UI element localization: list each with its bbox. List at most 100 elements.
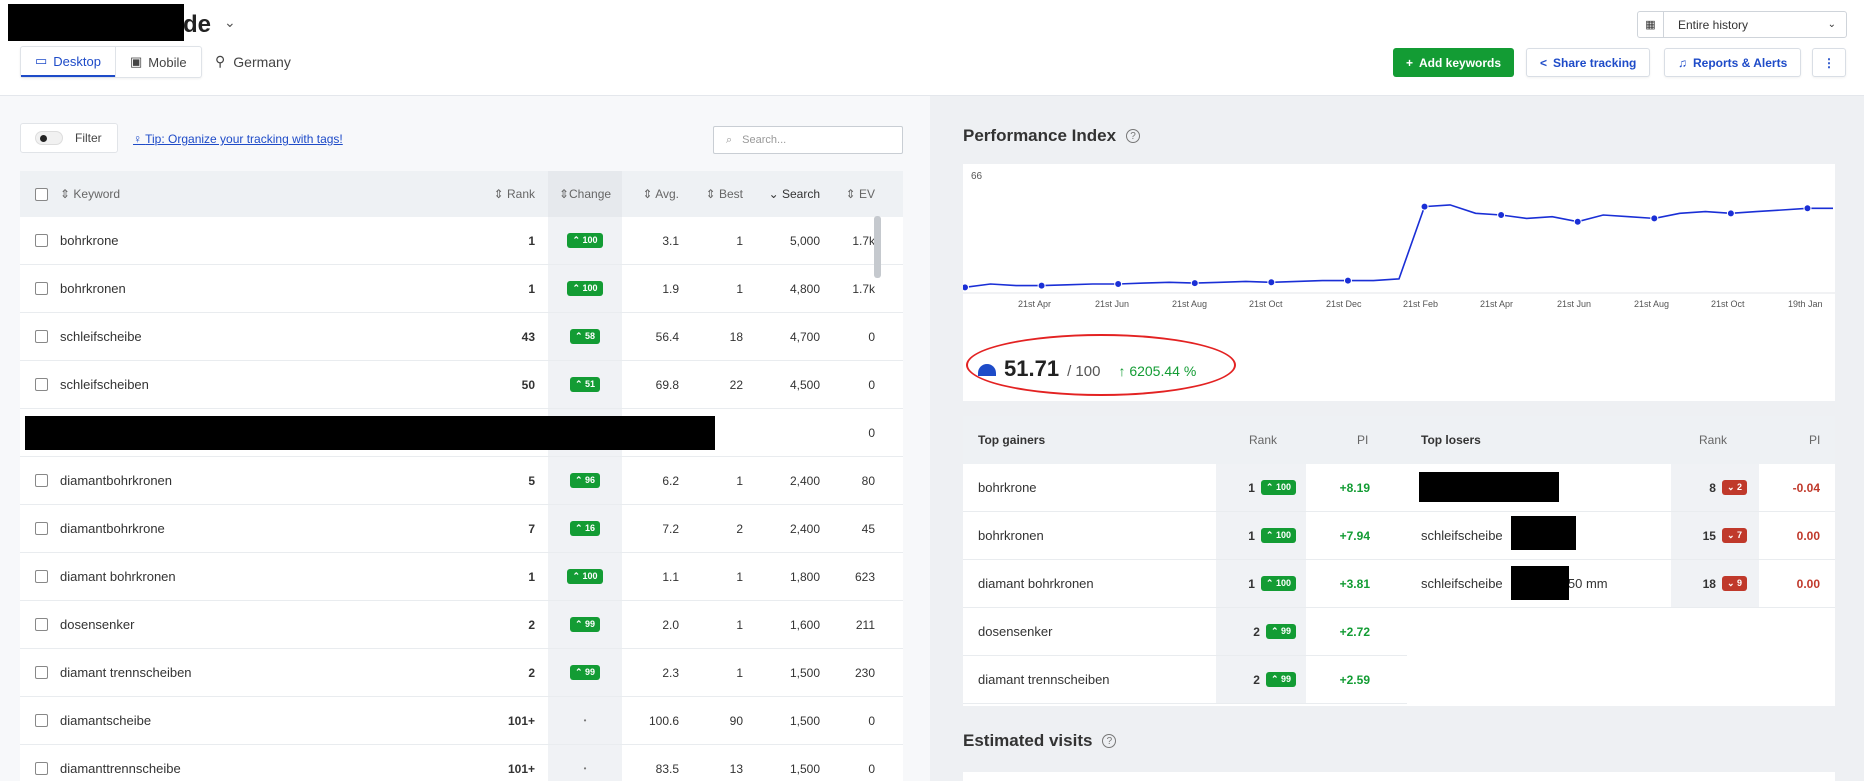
table-row[interactable]: schleifscheibe 43 ⌃ 58 56.4 18 4,700 0	[20, 313, 903, 361]
table-row[interactable]: schleifscheiben 50 ⌃ 51 69.8 22 4,500 0	[20, 361, 903, 409]
keyword-cell[interactable]: schleifscheibe	[60, 329, 142, 344]
col-keyword[interactable]: ⇕ Keyword	[60, 187, 120, 201]
x-tick-label: 21st Dec	[1326, 299, 1362, 309]
table-row[interactable]: diamanttrennscheibe 101+ • 83.5 13 1,500 0	[20, 745, 903, 781]
data-point[interactable]	[1650, 214, 1659, 223]
table-row[interactable]: bohrkrone 1 ⌃ 100 3.1 1 5,000 1.7k	[20, 217, 903, 265]
search-cell: 5,000	[789, 233, 820, 248]
keyword-cell[interactable]: diamant bohrkronen	[60, 569, 176, 584]
series-line	[964, 204, 1833, 289]
gl-keyword[interactable]: bohrkronen	[978, 528, 1044, 543]
data-point[interactable]	[1573, 217, 1582, 226]
keyword-cell[interactable]: diamant trennscheiben	[60, 665, 192, 680]
desktop-button[interactable]: ▭ Desktop	[21, 47, 115, 77]
row-checkbox[interactable]	[35, 330, 48, 343]
select-all-checkbox[interactable]	[35, 187, 48, 201]
reports-alerts-button[interactable]: ♫ Reports & Alerts	[1664, 48, 1802, 77]
keyword-cell[interactable]: schleifscheiben	[60, 377, 149, 392]
row-checkbox[interactable]	[35, 762, 48, 775]
filter-toggle[interactable]: Filter	[20, 123, 118, 153]
gainers-row[interactable]: diamant trennscheiben 2 ⌃ 99 +2.59	[963, 656, 1425, 704]
losers-pi-label: PI	[1809, 433, 1821, 447]
rank-cell: 2	[528, 617, 535, 632]
mobile-button[interactable]: ▣ Mobile	[115, 47, 201, 77]
location[interactable]: ⚲ Germany	[215, 53, 291, 70]
row-checkbox[interactable]	[35, 618, 48, 631]
search-input[interactable]: ⌕ Search...	[713, 126, 903, 154]
toggle-switch[interactable]	[35, 131, 63, 145]
col-ev[interactable]: ⇕ EV	[846, 187, 875, 201]
data-point[interactable]	[1726, 209, 1735, 218]
domain-title[interactable]: de	[183, 11, 211, 39]
table-row[interactable]: dosensenker 2 ⌃ 99 2.0 1 1,600 211	[20, 601, 903, 649]
share-tracking-button[interactable]: < Share tracking	[1526, 48, 1651, 77]
help-icon[interactable]: ?	[1126, 129, 1141, 143]
tip-link[interactable]: ♀ Tip: Organize your tracking with tags!	[133, 132, 343, 146]
mobile-label: Mobile	[148, 54, 187, 70]
row-checkbox[interactable]	[35, 474, 48, 487]
table-row[interactable]: diamant trennscheiben 2 ⌃ 99 2.3 1 1,500 230	[20, 649, 903, 697]
col-avg[interactable]: ⇕ Avg.	[642, 187, 679, 201]
add-keywords-button[interactable]: + Add keywords	[1393, 48, 1515, 77]
data-point[interactable]	[1267, 278, 1276, 287]
row-checkbox[interactable]	[35, 570, 48, 583]
keyword-cell[interactable]: bohrkrone	[60, 233, 119, 248]
gl-keyword[interactable]: bohrkrone	[978, 480, 1037, 495]
chevron-down-icon[interactable]: ⌄	[224, 14, 236, 31]
row-checkbox[interactable]	[35, 714, 48, 727]
keyword-cell[interactable]: diamantscheibe	[60, 713, 151, 728]
row-checkbox[interactable]	[35, 666, 48, 679]
gl-pi: +8.19	[1339, 480, 1370, 495]
data-point[interactable]	[1420, 202, 1429, 211]
keyword-cell[interactable]: dosensenker	[60, 617, 134, 632]
gainers-row[interactable]: dosensenker 2 ⌃ 99 +2.72	[963, 608, 1425, 656]
search-cell: 1,500	[789, 713, 820, 728]
losers-row[interactable]: 8 ⌄ 2 -0.04	[1407, 464, 1835, 512]
row-checkbox[interactable]	[35, 234, 48, 247]
help-icon[interactable]: ?	[1102, 734, 1117, 748]
keyword-cell[interactable]: diamantbohrkronen	[60, 473, 172, 488]
table-row[interactable]: diamantbohrkrone 7 ⌃ 16 7.2 2 2,400 45	[20, 505, 903, 553]
losers-row[interactable]: schleifscheibe 250 mm 18 ⌄ 9 0.00	[1407, 560, 1835, 608]
gl-change-badge: ⌃ 100	[1260, 528, 1296, 543]
table-row[interactable]: diamantscheibe 101+ • 100.6 90 1,500 0	[20, 697, 903, 745]
col-change[interactable]: ⇕ Change	[548, 171, 622, 217]
table-row[interactable]: bohrkronen 1 ⌃ 100 1.9 1 4,800 1.7k	[20, 265, 903, 313]
avg-cell: 100.6	[648, 713, 679, 728]
more-options-button[interactable]: ⋮	[1812, 48, 1846, 77]
losers-row[interactable]: schleifscheibe 15 ⌄ 7 0.00	[1407, 512, 1835, 560]
col-best[interactable]: ⇕ Best	[706, 187, 743, 201]
table-row[interactable]: diamantbohrkronen 5 ⌃ 96 6.2 1 2,400 80	[20, 457, 903, 505]
data-point[interactable]	[1343, 276, 1352, 285]
col-search[interactable]: ⌄ Search	[769, 187, 820, 201]
data-point[interactable]	[1803, 204, 1812, 213]
table-scrollbar[interactable]	[874, 216, 881, 278]
gainers-row[interactable]: bohrkrone 1 ⌃ 100 +8.19	[963, 464, 1425, 512]
gainers-row[interactable]: bohrkronen 1 ⌃ 100 +7.94	[963, 512, 1425, 560]
gl-keyword[interactable]: dosensenker	[978, 624, 1052, 639]
gl-keyword[interactable]: diamant trennscheiben	[978, 672, 1110, 687]
data-point[interactable]	[1037, 281, 1046, 290]
data-point[interactable]	[1114, 279, 1123, 288]
table-row[interactable]: 0	[20, 409, 903, 457]
table-row[interactable]: diamant bohrkronen 1 ⌃ 100 1.1 1 1,800 623	[20, 553, 903, 601]
row-checkbox[interactable]	[35, 522, 48, 535]
history-value: Entire history	[1678, 17, 1749, 32]
gl-keyword[interactable]: schleifscheibe	[1421, 528, 1503, 543]
row-checkbox[interactable]	[35, 378, 48, 391]
data-point[interactable]	[963, 283, 969, 292]
x-tick-label: 21st Oct	[1711, 299, 1745, 309]
keyword-cell[interactable]: diamanttrennscheibe	[60, 761, 181, 776]
ev-cell: 0	[868, 377, 875, 392]
history-select[interactable]: ▦ Entire history ⌄	[1637, 11, 1847, 38]
data-point[interactable]	[1190, 279, 1199, 288]
gl-keyword[interactable]: diamant bohrkronen	[978, 576, 1094, 591]
row-checkbox[interactable]	[35, 282, 48, 295]
data-point[interactable]	[1497, 211, 1506, 219]
laptop-icon: ▭	[35, 53, 48, 68]
keyword-cell[interactable]: diamantbohrkrone	[60, 521, 165, 536]
x-tick-label: 19th Jan	[1788, 299, 1823, 309]
gainers-row[interactable]: diamant bohrkronen 1 ⌃ 100 +3.81	[963, 560, 1425, 608]
col-rank[interactable]: ⇕ Rank	[494, 187, 535, 201]
keyword-cell[interactable]: bohrkronen	[60, 281, 126, 296]
